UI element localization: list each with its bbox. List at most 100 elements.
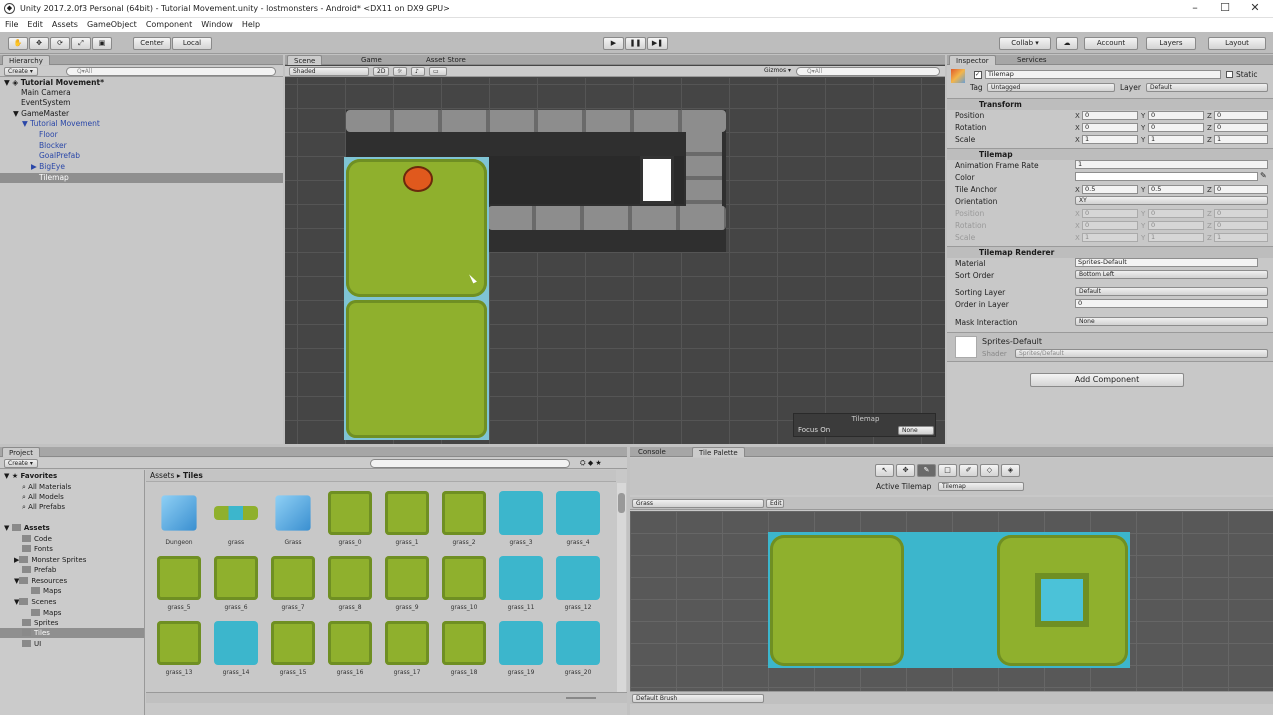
tilemap-renderer-header[interactable]: Tilemap Renderer	[947, 246, 1273, 258]
tab-asset-store[interactable]: Asset Store	[420, 55, 472, 65]
active-tilemap-dropdown[interactable]: Tilemap	[938, 482, 1024, 491]
cloud-icon[interactable]: ☁	[1056, 37, 1078, 50]
project-search-input[interactable]	[370, 459, 570, 468]
asset-item[interactable]: Dungeon	[154, 491, 204, 551]
asset-item[interactable]: grass_8	[325, 556, 375, 616]
rotate-tool-icon[interactable]: ⟳	[50, 37, 70, 50]
2d-toggle[interactable]: 2D	[373, 67, 389, 76]
asset-item[interactable]: grass_14	[211, 621, 261, 681]
breadcrumb-assets[interactable]: Assets	[150, 471, 174, 480]
asset-item[interactable]: grass_17	[382, 621, 432, 681]
active-checkbox[interactable]: ✓	[974, 71, 982, 79]
pause-icon[interactable]: ❚❚	[625, 37, 646, 50]
hand-tool-icon[interactable]: ✋	[8, 37, 28, 50]
asset-item[interactable]: grass_10	[439, 556, 489, 616]
layer-dropdown[interactable]: Default	[1146, 83, 1268, 92]
scene-root-row[interactable]: ▼ ◈ Tutorial Movement*	[0, 78, 283, 88]
layout-dropdown[interactable]: Layout	[1208, 37, 1266, 50]
asset-item[interactable]: grass_3	[496, 491, 546, 551]
anchor-z-field[interactable]: 0	[1214, 185, 1268, 194]
step-icon[interactable]: ▶❚	[647, 37, 668, 50]
brush-dropdown[interactable]: Default Brush	[632, 694, 764, 703]
menu-assets[interactable]: Assets	[47, 18, 82, 29]
asset-item[interactable]: grass_6	[211, 556, 261, 616]
scene-viewport[interactable]: Tilemap Focus On None	[285, 78, 945, 444]
pivot-local-button[interactable]: Local	[172, 37, 212, 50]
tab-game[interactable]: Game	[355, 55, 388, 65]
tilemap-component-header[interactable]: Tilemap	[947, 148, 1273, 160]
hierarchy-item[interactable]: EventSystem	[0, 98, 283, 108]
color-field[interactable]	[1075, 172, 1258, 181]
hierarchy-item[interactable]: Floor	[0, 130, 283, 140]
asset-item[interactable]: grass_19	[496, 621, 546, 681]
filter-icons[interactable]: ⛭ ◆ ★	[580, 459, 602, 468]
folder-item-selected[interactable]: Tiles	[0, 628, 144, 638]
scale-z-field[interactable]: 1	[1214, 135, 1268, 144]
asset-item[interactable]: grass_0	[325, 491, 375, 551]
hierarchy-item-gamemaster[interactable]: ▼ GameMaster	[0, 109, 283, 119]
asset-item[interactable]: grass_20	[553, 621, 603, 681]
tab-scene[interactable]: Scene	[287, 55, 323, 65]
favorite-item[interactable]: ⌕ All Models	[0, 492, 144, 502]
move-tool-icon[interactable]: ✥	[896, 464, 915, 477]
menu-help[interactable]: Help	[237, 18, 264, 29]
asset-item[interactable]: grass_1	[382, 491, 432, 551]
asset-item[interactable]: grass_13	[154, 621, 204, 681]
sort-order-dropdown[interactable]: Bottom Left	[1075, 270, 1268, 279]
project-create-button[interactable]: Create ▾	[4, 459, 38, 468]
asset-item[interactable]: grass	[211, 491, 261, 551]
collab-button[interactable]: Collab ▾	[999, 37, 1051, 50]
tab-hierarchy[interactable]: Hierarchy	[2, 55, 50, 65]
gizmos-dropdown[interactable]: Gizmos ▾	[761, 67, 791, 76]
add-component-button[interactable]: Add Component	[1030, 373, 1184, 387]
edit-palette-button[interactable]: Edit	[766, 499, 784, 508]
box-fill-icon[interactable]: □	[938, 464, 957, 477]
material-field[interactable]: Sprites-Default	[1075, 258, 1258, 267]
folder-item[interactable]: ▶ Monster Sprites	[0, 555, 144, 565]
anim-rate-field[interactable]: 1	[1075, 160, 1268, 169]
paint-brush-icon[interactable]: ✎	[917, 464, 936, 477]
object-name-field[interactable]: Tilemap	[985, 70, 1221, 79]
focus-on-dropdown[interactable]: None	[898, 426, 934, 435]
menu-component[interactable]: Component	[141, 18, 196, 29]
palette-grass-tile[interactable]	[770, 535, 904, 666]
favorite-item[interactable]: ⌕ All Prefabs	[0, 502, 144, 512]
scene-search-input[interactable]: Q▾All	[796, 67, 940, 76]
asset-item[interactable]: grass_7	[268, 556, 318, 616]
hierarchy-item-tutorial-movement[interactable]: ▼ Tutorial Movement	[0, 119, 283, 129]
asset-item[interactable]: grass_11	[496, 556, 546, 616]
zoom-slider[interactable]	[566, 697, 596, 699]
transform-header[interactable]: Transform	[947, 98, 1273, 110]
move-tool-icon[interactable]: ✥	[29, 37, 49, 50]
folder-item[interactable]: Maps	[0, 586, 144, 596]
hierarchy-item[interactable]: GoalPrefab	[0, 151, 283, 161]
favorite-item[interactable]: ⌕ All Materials	[0, 482, 144, 492]
shading-dropdown[interactable]: Shaded	[289, 67, 369, 76]
position-y-field[interactable]: 0	[1148, 111, 1204, 120]
mask-interaction-dropdown[interactable]: None	[1075, 317, 1268, 326]
folder-item[interactable]: Fonts	[0, 544, 144, 554]
folder-item[interactable]: ▼ Scenes	[0, 597, 144, 607]
anchor-y-field[interactable]: 0.5	[1148, 185, 1204, 194]
hierarchy-item[interactable]: Main Camera	[0, 88, 283, 98]
rotation-y-field[interactable]: 0	[1148, 123, 1204, 132]
asset-item[interactable]: grass_4	[553, 491, 603, 551]
position-z-field[interactable]: 0	[1214, 111, 1268, 120]
breadcrumb-tiles[interactable]: Tiles	[183, 471, 203, 480]
folder-item[interactable]: Sprites	[0, 618, 144, 628]
tab-services[interactable]: Services	[1011, 55, 1053, 65]
tab-tile-palette[interactable]: Tile Palette	[692, 447, 745, 457]
play-icon[interactable]: ▶	[603, 37, 624, 50]
close-icon[interactable]: ✕	[1240, 2, 1270, 16]
asset-item[interactable]: grass_16	[325, 621, 375, 681]
account-dropdown[interactable]: Account	[1084, 37, 1138, 50]
folder-item[interactable]: Maps	[0, 608, 144, 618]
asset-item[interactable]: grass_9	[382, 556, 432, 616]
minimize-icon[interactable]: –	[1180, 2, 1210, 16]
asset-item[interactable]: Grass	[268, 491, 318, 551]
asset-item[interactable]: grass_5	[154, 556, 204, 616]
menu-gameobject[interactable]: GameObject	[82, 18, 141, 29]
folder-item[interactable]: Prefab	[0, 565, 144, 575]
layers-dropdown[interactable]: Layers	[1146, 37, 1196, 50]
sorting-layer-dropdown[interactable]: Default	[1075, 287, 1268, 296]
